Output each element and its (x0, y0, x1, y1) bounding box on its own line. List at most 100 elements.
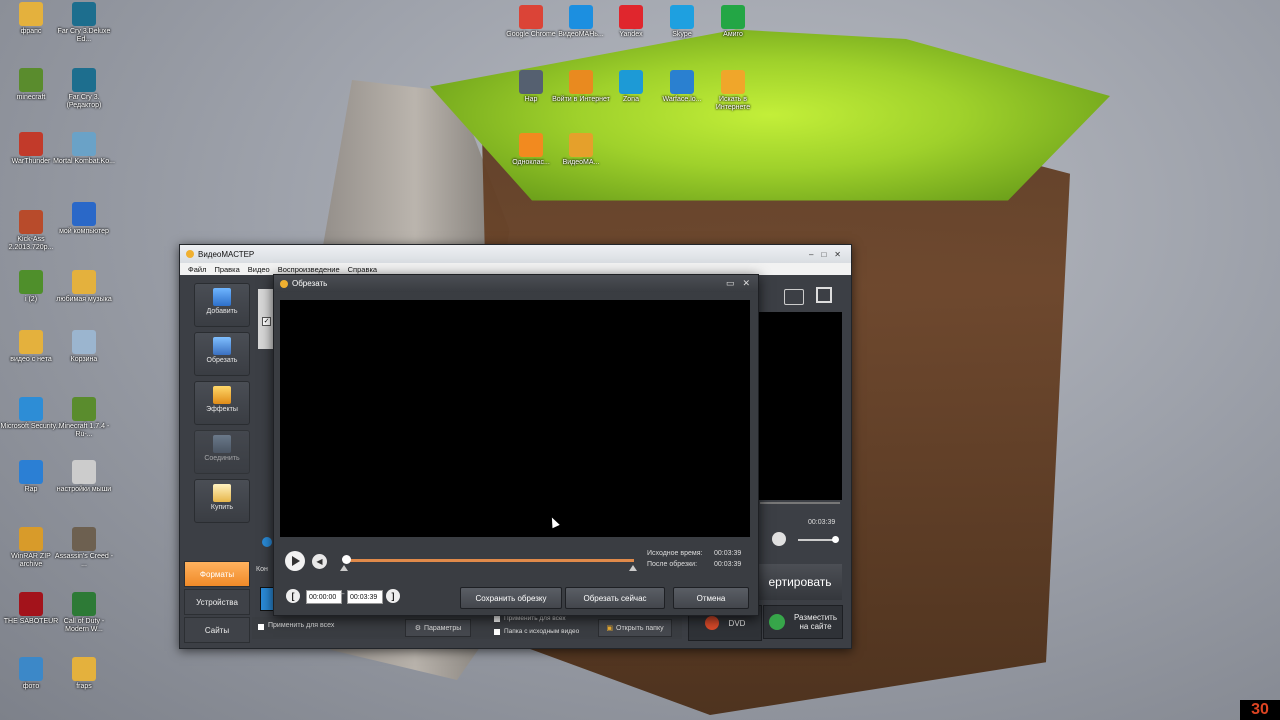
source-folder-checkbox[interactable] (494, 629, 500, 635)
params-button[interactable]: ⚙ Параметры (405, 619, 471, 637)
add-video-icon (213, 288, 231, 306)
open-folder-button[interactable]: ▣ Открыть папку (598, 619, 672, 637)
desktop-icon[interactable]: Амиго (702, 5, 764, 39)
after-crop-value: 00:03:39 (714, 561, 742, 568)
preview-time: 00:03:39 (808, 519, 836, 526)
desktop-icon[interactable]: мой компьютер (53, 202, 115, 236)
timeline-track[interactable] (344, 559, 634, 562)
amigo-icon (721, 5, 745, 29)
set-start-button[interactable]: [ (286, 589, 300, 603)
preview-progress[interactable] (760, 502, 840, 504)
time-separator: – (340, 589, 345, 598)
upload-site-button[interactable]: Разместить на сайте (763, 605, 843, 639)
desktop-icon[interactable]: Корзина (53, 330, 115, 364)
crop-dialog-title: Обрезать (292, 279, 328, 288)
cut-button-label: Обрезать (206, 357, 238, 364)
end-marker[interactable] (629, 565, 637, 571)
maximize-icon[interactable]: □ (821, 250, 826, 259)
menu-help[interactable]: Справка (348, 265, 377, 274)
sidebar: Добавить Обрезать Эффекты Соединить Купи… (194, 283, 250, 528)
desktop-icon-label: мой компьютер (59, 228, 109, 235)
desktop-icon[interactable]: fraps (53, 657, 115, 691)
computer-icon (72, 202, 96, 226)
desktop-icon[interactable]: Искать в Интернете (702, 70, 764, 112)
folder-icon (19, 2, 43, 26)
cut-button[interactable]: Обрезать (194, 332, 250, 376)
desktop-icon-label: Call of Duty - Modern W... (63, 618, 105, 633)
desktop-icon[interactable]: Far Cry 3.Deluxe Ed... (53, 2, 115, 44)
effects-icon (213, 386, 231, 404)
minimize-icon[interactable]: – (809, 250, 813, 259)
source-time-label: Исходное время: (647, 550, 703, 557)
effects-button-label: Эффекты (206, 406, 238, 413)
cut-icon (213, 337, 231, 355)
close-icon[interactable]: ✕ (834, 250, 841, 259)
zona-icon (619, 70, 643, 94)
crop-dialog-titlebar[interactable]: Обрезать ▭ ✕ (274, 275, 758, 292)
cart-icon (213, 484, 231, 502)
desktop-icon-label: Assassin's Creed - ... (54, 553, 114, 568)
desktop-icon[interactable]: настройки мыши (53, 460, 115, 494)
tab-formats[interactable]: Форматы (184, 561, 250, 587)
file-checkbox[interactable]: ✓ (262, 317, 271, 326)
menu-playback[interactable]: Воспроизведение (278, 265, 340, 274)
timeline-playhead[interactable] (342, 555, 351, 564)
join-button-label: Соединить (204, 455, 240, 462)
fullscreen-icon[interactable] (816, 287, 832, 303)
yandex-icon (619, 5, 643, 29)
desktop-icon[interactable]: Assassin's Creed - ... (53, 527, 115, 569)
volume-button[interactable]: ◀ (312, 554, 327, 569)
play-button[interactable] (285, 551, 305, 571)
minecraft-icon (72, 397, 96, 421)
folder-icon: ▣ (606, 625, 614, 632)
desktop-icon[interactable]: Far Cry 3.(Редактор) (53, 68, 115, 110)
start-time-input[interactable]: 00:00:00 (306, 590, 342, 604)
desktop-icon[interactable]: любимая музыка (53, 270, 115, 304)
start-marker[interactable] (340, 565, 348, 571)
join-button[interactable]: Соединить (194, 430, 250, 474)
tab-devices[interactable]: Устройства (184, 589, 250, 615)
buy-button[interactable]: Купить (194, 479, 250, 523)
kon-label: Кон (256, 566, 268, 573)
desktop-icon-label: Амиго (723, 31, 743, 38)
desktop-icon[interactable]: Minecraft 1.7.4 - Ru-... (53, 397, 115, 439)
crop-maximize-icon[interactable]: ▭ (726, 278, 735, 289)
end-time-input[interactable]: 00:03:39 (347, 590, 383, 604)
preview-volume-icon[interactable] (772, 532, 786, 546)
desktop-icon[interactable]: Call of Duty - Modern W... (53, 592, 115, 634)
convert-button[interactable]: ертировать (758, 564, 842, 600)
folder-icon (19, 330, 43, 354)
desktop-icon-label: Kick-Ass 2.2013.720p... (8, 236, 54, 251)
window-titlebar[interactable]: ВидеоМАСТЕР – □ ✕ (180, 245, 851, 263)
desktop-icon-label: ВидеоМА... (562, 159, 600, 166)
apply-all-checkbox[interactable] (258, 624, 264, 630)
internet-icon (569, 70, 593, 94)
menu-video[interactable]: Видео (248, 265, 270, 274)
apply-all-2-checkbox[interactable] (494, 616, 500, 622)
info-icon[interactable] (262, 537, 272, 547)
game-icon (72, 592, 96, 616)
crop-close-icon[interactable]: ✕ (742, 278, 750, 289)
set-end-button[interactable]: ] (386, 589, 400, 603)
preview-volume-knob[interactable] (832, 536, 839, 543)
cancel-button[interactable]: Отмена (673, 587, 749, 609)
preview-volume-slider[interactable] (798, 539, 836, 541)
snapshot-camera-icon[interactable] (784, 289, 804, 305)
tab-sites[interactable]: Сайты (184, 617, 250, 643)
game-icon (72, 527, 96, 551)
wallpaper-grass (430, 29, 1110, 201)
desktop-icon[interactable]: Mortal Kombat.Ko... (53, 132, 115, 166)
crop-video-preview[interactable] (280, 300, 750, 537)
bracket-end-icon: ] (391, 591, 395, 601)
desktop-icon[interactable]: ВидеоМА... (550, 133, 612, 167)
save-crop-button[interactable]: Сохранить обрезку (460, 587, 562, 609)
menu-file[interactable]: Файл (188, 265, 206, 274)
game-icon (19, 592, 43, 616)
corner-badge: 30 (1240, 700, 1280, 720)
crop-now-button[interactable]: Обрезать сейчас (565, 587, 665, 609)
apply-all-2-label: Применить для всех (504, 615, 566, 622)
add-button[interactable]: Добавить (194, 283, 250, 327)
effects-button[interactable]: Эффекты (194, 381, 250, 425)
skype-icon (670, 5, 694, 29)
menu-edit[interactable]: Правка (214, 265, 239, 274)
